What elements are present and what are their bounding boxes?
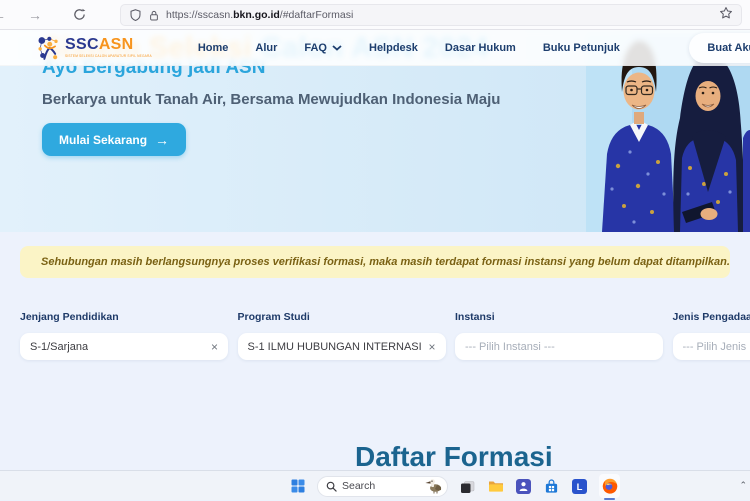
- nav-item-alur-label: Alur: [255, 42, 277, 54]
- sscasn-logo-icon: [36, 34, 61, 62]
- file-explorer-button[interactable]: [487, 478, 504, 495]
- task-view-icon: [460, 479, 475, 494]
- search-highlight-bird-image: [425, 478, 444, 494]
- instansi-select[interactable]: --- Pilih Instansi ---: [455, 333, 663, 360]
- url-text: https://sscasn.bkn.go.id/#daftarFormasi: [166, 9, 353, 21]
- browser-reload-button[interactable]: [68, 4, 90, 26]
- nav-item-helpdesk-label: Helpdesk: [369, 42, 418, 54]
- nav-item-home[interactable]: Home: [198, 42, 229, 54]
- field-label: Instansi: [455, 311, 663, 323]
- search-icon: [326, 481, 337, 492]
- nav-item-faq-label: FAQ: [304, 42, 327, 54]
- sscasn-logo[interactable]: SSCASN SISTEM SELEKSI CALON APARATUR SIP…: [36, 34, 152, 62]
- start-button[interactable]: [289, 478, 306, 495]
- tray-expand-chevron[interactable]: ⌃: [739, 480, 747, 491]
- field-program-studi: Program Studi S-1 ILMU HUBUNGAN INTERNAS…: [238, 311, 446, 360]
- site-navbar: SSCASN SISTEM SELEKSI CALON APARATUR SIP…: [0, 30, 750, 66]
- field-label: Program Studi: [238, 311, 446, 323]
- alert-text: Sehubungan masih berlangsungnya proses v…: [41, 256, 730, 268]
- nav-item-alur[interactable]: Alur: [255, 42, 277, 54]
- l-app-button[interactable]: L: [571, 478, 588, 495]
- mulai-sekarang-button[interactable]: Mulai Sekarang →: [42, 123, 186, 156]
- field-instansi: Instansi --- Pilih Instansi ---: [455, 311, 663, 360]
- nav-item-faq[interactable]: FAQ: [304, 42, 342, 54]
- svg-text:L: L: [577, 482, 583, 493]
- teams-button[interactable]: [515, 478, 532, 495]
- jenjang-pendidikan-select[interactable]: S-1/Sarjana ×: [20, 333, 228, 360]
- taskbar-items: Search: [289, 471, 620, 501]
- browser-toolbar: ← → https://sscasn.bkn.go.id/#daftarForm…: [0, 0, 750, 30]
- nav-item-helpdesk[interactable]: Helpdesk: [369, 42, 418, 54]
- browser-forward-button[interactable]: →: [24, 4, 46, 26]
- l-app-icon: L: [572, 479, 587, 494]
- shield-icon[interactable]: [129, 8, 142, 22]
- sscasn-logo-text: SSCASN SISTEM SELEKSI CALON APARATUR SIP…: [65, 37, 152, 58]
- field-jenis-pengadaan: Jenis Pengadaan --- Pilih Jenis Pengadaa…: [673, 311, 750, 360]
- nav-links: Home Alur FAQ Helpdesk Dasar Hukum Buku …: [198, 42, 620, 54]
- logo-asn: ASN: [99, 36, 134, 53]
- microsoft-store-icon: [544, 479, 559, 494]
- buat-akun-button[interactable]: Buat Akun: [689, 33, 750, 63]
- url-domain: bkn.go.id: [233, 9, 280, 21]
- search-placeholder: Search: [342, 480, 375, 492]
- arrow-right-icon: →: [155, 132, 169, 148]
- nav-item-buku-petunjuk-label: Buku Petunjuk: [543, 42, 620, 54]
- firefox-icon: [602, 478, 618, 494]
- field-label: Jenis Pengadaan: [673, 311, 750, 323]
- windows-logo-icon: [291, 479, 305, 493]
- url-bar[interactable]: https://sscasn.bkn.go.id/#daftarFormasi: [120, 4, 742, 26]
- placeholder-value: --- Pilih Instansi ---: [465, 341, 555, 353]
- sscasn-wordmark: SSCASN: [65, 37, 152, 53]
- microsoft-store-button[interactable]: [543, 478, 560, 495]
- task-view-button[interactable]: [459, 478, 476, 495]
- selected-value: S-1 ILMU HUBUNGAN INTERNASIONAL: [248, 341, 423, 353]
- cta-label: Mulai Sekarang: [59, 133, 147, 147]
- nav-item-buku-petunjuk[interactable]: Buku Petunjuk: [543, 42, 620, 54]
- daftar-formasi-title: Daftar Formasi: [355, 441, 553, 473]
- program-studi-select[interactable]: S-1 ILMU HUBUNGAN INTERNASIONAL ×: [238, 333, 446, 360]
- taskbar-search-box[interactable]: Search: [317, 476, 448, 497]
- clear-icon[interactable]: ×: [422, 340, 435, 354]
- field-label: Jenjang Pendidikan: [20, 311, 228, 323]
- star-icon: [719, 6, 733, 20]
- selected-value: S-1/Sarjana: [30, 341, 88, 353]
- logo-tagline: SISTEM SELEKSI CALON APARATUR SIPIL NEGA…: [65, 55, 152, 58]
- url-scheme-host: https://sscasn.: [166, 9, 233, 21]
- nav-item-dasar-hukum-label: Dasar Hukum: [445, 42, 516, 54]
- verification-alert: Sehubungan masih berlangsungnya proses v…: [20, 246, 730, 278]
- formation-filters: Jenjang Pendidikan S-1/Sarjana × Program…: [20, 311, 750, 360]
- lock-icon[interactable]: [148, 9, 160, 22]
- hero-subheading: Berkarya untuk Tanah Air, Bersama Mewuju…: [42, 91, 500, 108]
- jenis-pengadaan-select[interactable]: --- Pilih Jenis Pengadaan ---: [673, 333, 750, 360]
- url-path: /#daftarFormasi: [280, 9, 354, 21]
- bookmark-star-button[interactable]: [719, 6, 733, 25]
- firefox-button[interactable]: [599, 474, 620, 498]
- windows-taskbar: Search: [0, 470, 750, 500]
- nav-item-home-label: Home: [198, 42, 229, 54]
- file-explorer-icon: [488, 479, 504, 493]
- placeholder-value: --- Pilih Jenis Pengadaan ---: [683, 341, 750, 353]
- teams-icon: [516, 479, 531, 494]
- reload-icon: [73, 8, 86, 21]
- nav-item-dasar-hukum[interactable]: Dasar Hukum: [445, 42, 516, 54]
- logo-ssc: SSC: [65, 36, 99, 53]
- chevron-down-icon: [332, 45, 342, 51]
- browser-back-button[interactable]: ←: [0, 4, 10, 26]
- field-jenjang-pendidikan: Jenjang Pendidikan S-1/Sarjana ×: [20, 311, 228, 360]
- clear-icon[interactable]: ×: [205, 340, 218, 354]
